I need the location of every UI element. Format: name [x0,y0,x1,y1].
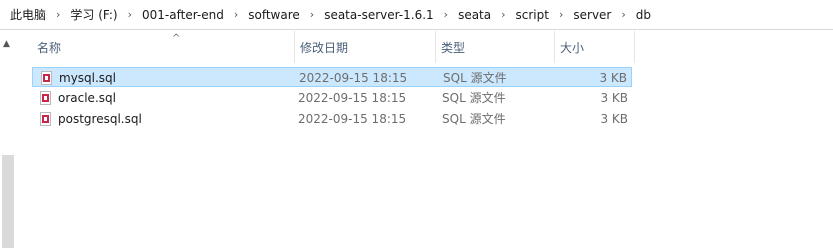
chevron-right-icon[interactable]: › [551,8,571,21]
sql-file-icon [41,71,52,85]
column-header-type-label: 类型 [441,40,466,55]
file-type: SQL 源文件 [442,112,506,126]
sql-file-icon [40,112,51,126]
breadcrumb-item-seata[interactable]: seata [456,8,493,22]
breadcrumb-item-script[interactable]: script [514,8,551,22]
file-name: postgresql.sql [58,112,142,126]
sql-file-icon [40,91,51,105]
column-header-size[interactable]: 大小 [555,31,635,63]
file-row-postgresql[interactable]: postgresql.sql 2022-09-15 18:15 SQL 源文件 … [32,109,632,129]
file-row-oracle[interactable]: oracle.sql 2022-09-15 18:15 SQL 源文件 3 KB [32,88,632,108]
chevron-right-icon[interactable]: › [48,8,68,21]
breadcrumb-item-db[interactable]: db [634,8,653,22]
file-type: SQL 源文件 [443,71,507,85]
file-date: 2022-09-15 18:15 [299,71,408,85]
chevron-right-icon[interactable]: › [302,8,322,21]
chevron-right-icon[interactable]: › [120,8,140,21]
breadcrumb-item-drive[interactable]: 学习 (F:) [68,6,119,23]
file-size: 3 KB [600,91,628,105]
scrollbar-thumb[interactable] [2,155,14,248]
breadcrumb-item-software[interactable]: software [246,8,302,22]
file-date: 2022-09-15 18:15 [298,91,407,105]
file-row-mysql[interactable]: mysql.sql 2022-09-15 18:15 SQL 源文件 3 KB [32,67,632,87]
file-name: mysql.sql [59,71,117,85]
chevron-right-icon[interactable]: › [226,8,246,21]
breadcrumb-item-server[interactable]: server [571,8,613,22]
file-date: 2022-09-15 18:15 [298,112,407,126]
breadcrumb: 此电脑 › 学习 (F:) › 001-after-end › software… [0,0,833,30]
column-header-type[interactable]: 类型 [436,31,555,63]
chevron-right-icon[interactable]: › [493,8,513,21]
column-header-name[interactable]: 名称 ^ [32,31,295,63]
file-type: SQL 源文件 [442,91,506,105]
file-size: 3 KB [599,71,627,85]
breadcrumb-item-001-after-end[interactable]: 001-after-end [140,8,226,22]
nav-pane-scrollbar[interactable]: ▲ [0,31,16,248]
column-headers: 名称 ^ 修改日期 类型 大小 [16,31,833,63]
file-name: oracle.sql [58,91,116,105]
scroll-up-icon[interactable]: ▲ [3,39,10,49]
chevron-right-icon[interactable]: › [613,8,633,21]
column-header-date-label: 修改日期 [300,40,349,55]
sort-up-icon: ^ [172,33,181,44]
column-header-name-label: 名称 [37,40,62,55]
column-header-size-label: 大小 [560,40,585,55]
breadcrumb-item-this-pc[interactable]: 此电脑 [8,6,48,23]
file-size: 3 KB [600,112,628,126]
column-header-date[interactable]: 修改日期 [295,31,436,63]
chevron-right-icon[interactable]: › [436,8,456,21]
breadcrumb-item-seata-server[interactable]: seata-server-1.6.1 [322,8,435,22]
